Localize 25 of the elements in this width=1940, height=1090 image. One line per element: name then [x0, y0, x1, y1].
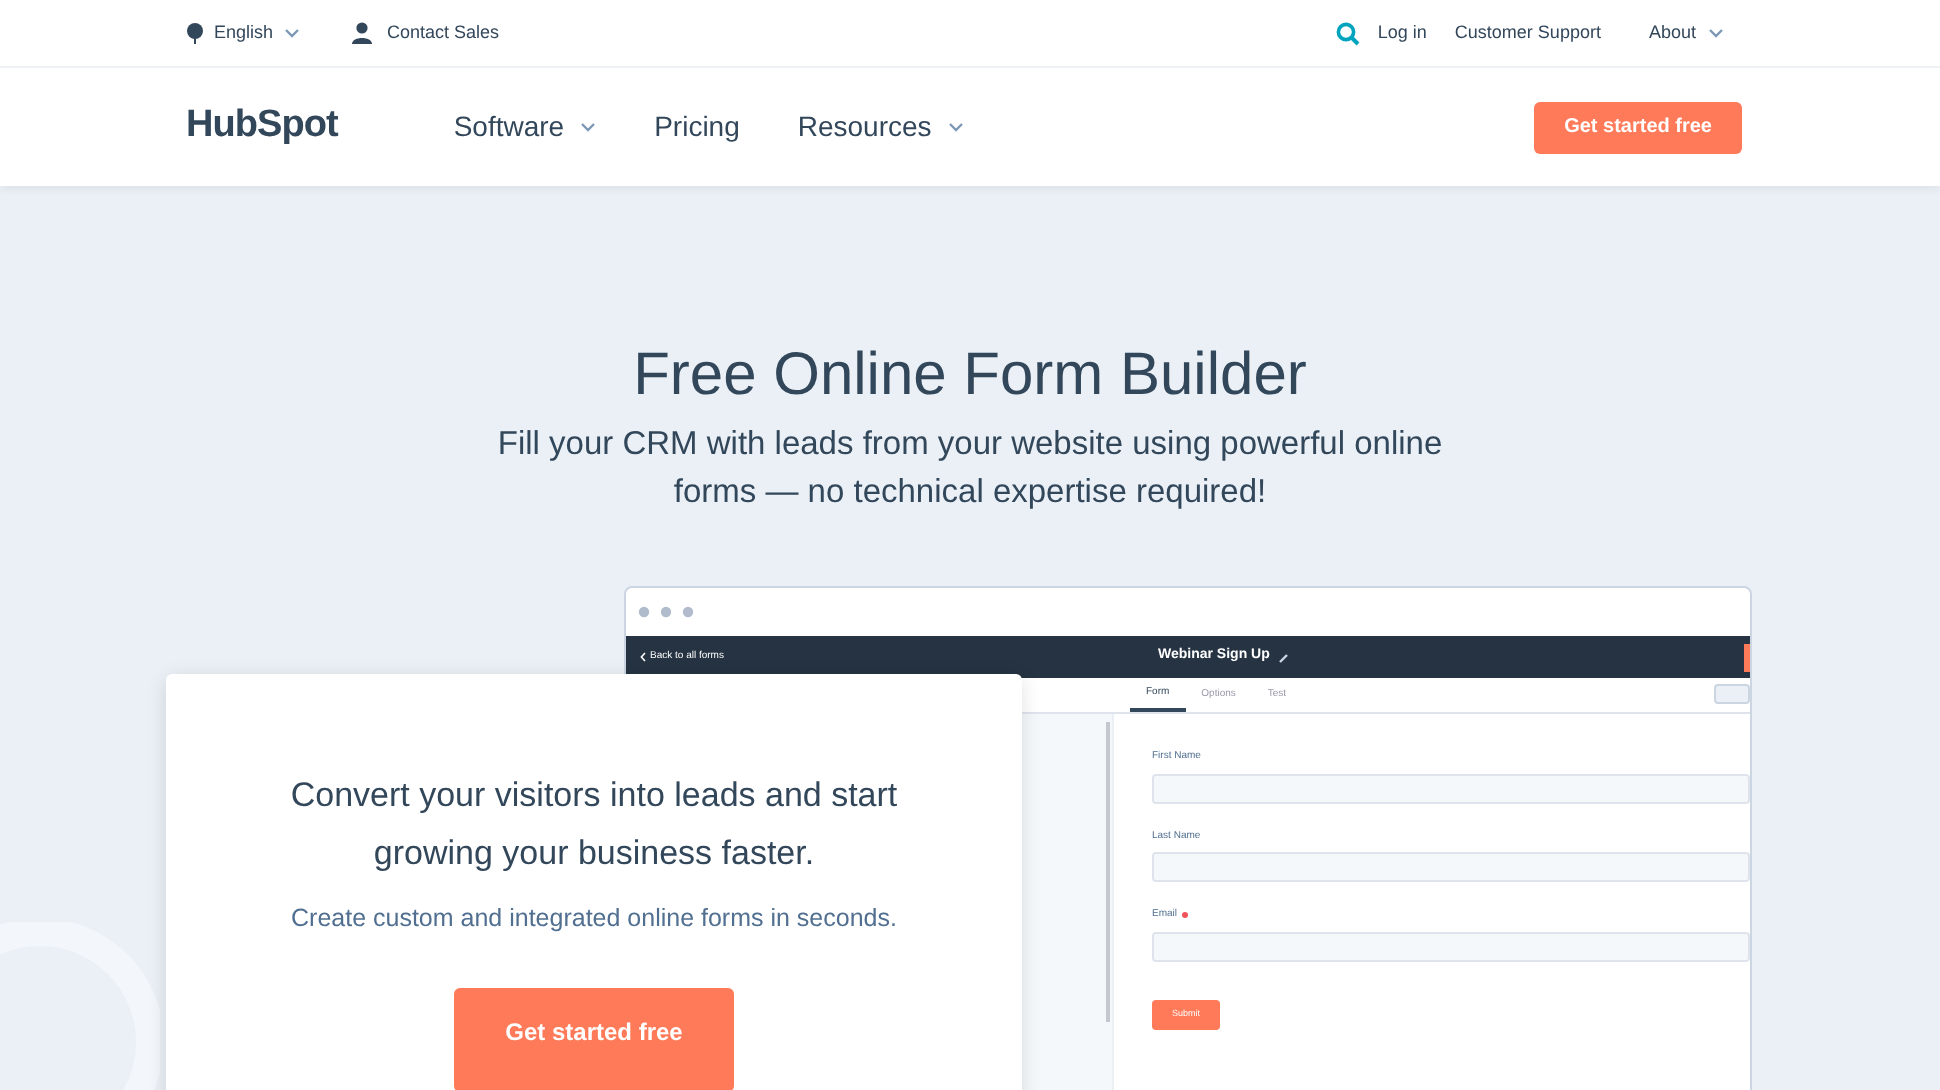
page-subtitle: Fill your CRM with leads from your website using powerful online forms — no technical expertise required! — [497, 424, 1443, 514]
page-title: Free Online Form Builder — [633, 340, 1307, 412]
window-dots-icon — [638, 606, 698, 618]
publish-button[interactable] — [1744, 643, 1750, 671]
input-field[interactable] — [1152, 931, 1750, 961]
pencil-icon[interactable] — [1278, 651, 1290, 663]
person-icon — [351, 22, 372, 44]
about-menu[interactable]: About — [1648, 19, 1724, 47]
login-link[interactable]: Log in — [1377, 19, 1427, 47]
nav-link[interactable]: Software — [453, 106, 597, 148]
nav-link[interactable]: Pricing — [654, 106, 740, 148]
language-selector[interactable]: English — [186, 19, 300, 47]
search-icon[interactable] — [1335, 21, 1360, 45]
logo[interactable]: HubSpot — [186, 98, 338, 156]
chevron-down-icon — [947, 122, 964, 132]
chevron-down-icon — [1708, 28, 1724, 38]
chevron-down-icon — [580, 122, 597, 132]
input-field[interactable] — [1152, 773, 1750, 803]
input-field[interactable] — [1152, 852, 1750, 882]
contact-sales-link[interactable]: Contact Sales — [351, 19, 500, 47]
chevron-down-icon — [283, 28, 300, 38]
support-link[interactable]: Customer Support — [1454, 19, 1601, 47]
card-text: Create custom and integrated online forms in seconds. — [291, 902, 897, 936]
nav-link[interactable]: Resources — [797, 106, 964, 148]
card-heading: Convert your visitors into leads and start growing your business faster. — [290, 774, 898, 876]
